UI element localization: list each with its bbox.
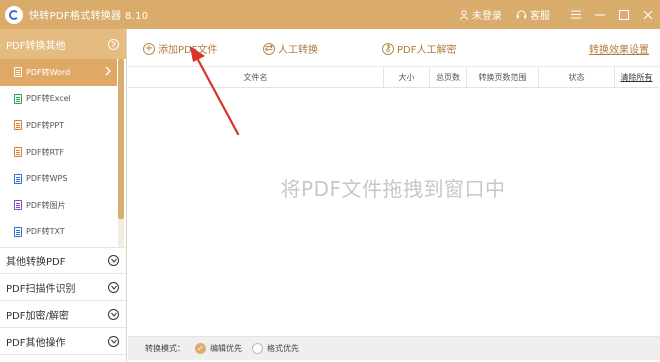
sidebar-item-label: PDF转RTF — [26, 147, 65, 157]
sidebar-submenu: PDF转Word PDF转Excel PDF转PPT PDF转RTF PDF转W… — [0, 59, 126, 247]
drop-hint-text: 将PDF文件拖拽到窗口中 — [280, 176, 506, 201]
toolbar: + 添加PDF文件 ⇄ 人工转换 ⚷ PDF人工解密 转换效果设置 — [128, 29, 660, 67]
sidebar-item-label: PDF转Word — [26, 67, 71, 77]
close-button[interactable] — [636, 0, 660, 29]
maximize-icon — [619, 9, 629, 20]
manual-convert-label: 人工转换 — [278, 45, 318, 56]
mode-label: 转换模式： — [145, 344, 185, 353]
sidebar-group-label: PDF扫描件识别 — [6, 283, 76, 295]
sidebar-item-label: PDF转PPT — [26, 120, 65, 130]
plus-icon: + — [143, 42, 155, 55]
key-icon: ⚷ — [382, 42, 394, 55]
service-button[interactable]: 客服 — [516, 7, 550, 22]
sidebar-scrollbar-thumb[interactable] — [118, 59, 124, 219]
menu-button[interactable] — [564, 0, 588, 29]
chevron-down-icon — [108, 308, 119, 320]
login-button[interactable]: 未登录 — [459, 7, 502, 22]
mode-option-label: 格式优先 — [267, 344, 299, 353]
sidebar-group-pdf-to-other[interactable]: PDF转换其他 — [0, 29, 126, 59]
conversion-mode-bar: 转换模式： 编辑优先 格式优先 — [128, 336, 660, 360]
sidebar-group-other-ops[interactable]: PDF其他操作 — [0, 328, 126, 355]
app-title: 快转PDF格式转换器 8.10 — [29, 11, 149, 22]
sidebar-group-other-to-pdf[interactable]: 其他转换PDF — [0, 247, 126, 274]
sidebar-item-pdf-to-ppt[interactable]: PDF转PPT — [0, 112, 126, 139]
sidebar-item-label: PDF转图片 — [26, 200, 66, 210]
radio-unchecked-icon[interactable] — [252, 343, 263, 354]
add-pdf-label: 添加PDF文件 — [158, 45, 218, 56]
image-file-icon — [14, 200, 22, 211]
column-size: 大小 — [384, 67, 430, 88]
sidebar-item-label: PDF转TXT — [26, 227, 65, 237]
excel-file-icon — [14, 93, 22, 104]
column-total-pages: 总页数 — [430, 67, 467, 88]
close-icon — [643, 10, 653, 19]
sidebar-group-encrypt[interactable]: PDF加密/解密 — [0, 301, 126, 328]
mode-option-edit-first[interactable]: 编辑优先 — [195, 343, 242, 354]
sidebar-item-label: PDF转Excel — [26, 94, 71, 104]
sidebar-item-label: PDF转WPS — [26, 174, 68, 184]
conversion-settings-link[interactable]: 转换效果设置 — [589, 41, 649, 56]
mode-option-format-first[interactable]: 格式优先 — [252, 343, 299, 354]
column-status: 状态 — [539, 67, 615, 88]
sidebar-group-label: PDF转换其他 — [6, 40, 66, 52]
user-icon — [459, 9, 469, 20]
minimize-button[interactable] — [588, 0, 612, 29]
chevron-right-icon — [105, 66, 111, 76]
title-bar: 快转PDF格式转换器 8.10 未登录 客服 — [0, 0, 660, 29]
sidebar-item-pdf-to-image[interactable]: PDF转图片 — [0, 192, 126, 219]
sidebar-group-label: 其他转换PDF — [6, 257, 66, 268]
menu-icon — [571, 10, 581, 19]
app-window: 快转PDF格式转换器 8.10 未登录 客服 PDF转换其他 PDF转Word … — [0, 0, 660, 362]
maximize-button[interactable] — [612, 0, 636, 29]
file-drop-zone[interactable]: 将PDF文件拖拽到窗口中 — [128, 88, 658, 336]
chevron-down-icon — [108, 255, 119, 266]
sidebar-group-scan-ocr[interactable]: PDF扫描件识别 — [0, 274, 126, 301]
mode-option-label: 编辑优先 — [210, 344, 242, 353]
swap-icon: ⇄ — [263, 42, 275, 55]
sidebar-item-pdf-to-rtf[interactable]: PDF转RTF — [0, 139, 126, 166]
add-pdf-button[interactable]: + 添加PDF文件 — [143, 41, 217, 56]
chevron-right-icon — [108, 38, 119, 50]
sidebar-group-label: PDF其他操作 — [6, 337, 66, 349]
headset-icon — [516, 10, 527, 18]
ppt-file-icon — [14, 120, 22, 131]
chevron-down-icon — [108, 335, 119, 347]
service-label: 客服 — [530, 11, 550, 22]
radio-checked-icon[interactable] — [195, 343, 206, 354]
sidebar-item-pdf-to-word[interactable]: PDF转Word — [0, 59, 117, 86]
column-filename: 文件名 — [128, 67, 384, 88]
login-label: 未登录 — [472, 11, 502, 22]
chevron-down-icon — [108, 281, 119, 293]
txt-file-icon — [14, 226, 22, 237]
manual-decrypt-button[interactable]: ⚷ PDF人工解密 — [382, 41, 456, 56]
sidebar-item-pdf-to-txt[interactable]: PDF转TXT — [0, 219, 126, 246]
manual-convert-button[interactable]: ⇄ 人工转换 — [263, 41, 318, 56]
column-page-range: 转换页数范围 — [467, 67, 539, 88]
manual-decrypt-label: PDF人工解密 — [397, 45, 457, 56]
sidebar-item-pdf-to-excel[interactable]: PDF转Excel — [0, 86, 126, 113]
file-table-header: 文件名 大小 总页数 转换页数范围 状态 清除所有 — [128, 67, 658, 88]
wps-file-icon — [14, 173, 22, 184]
word-file-icon — [14, 67, 22, 78]
app-logo — [5, 5, 23, 24]
sidebar-item-pdf-to-wps[interactable]: PDF转WPS — [0, 165, 126, 192]
sidebar-group-label: PDF加密/解密 — [6, 310, 69, 322]
clear-all-button[interactable]: 清除所有 — [615, 67, 658, 88]
minimize-icon — [595, 14, 605, 15]
rtf-file-icon — [14, 147, 22, 158]
sidebar: PDF转换其他 PDF转Word PDF转Excel PDF转PPT PDF转R… — [0, 29, 127, 362]
